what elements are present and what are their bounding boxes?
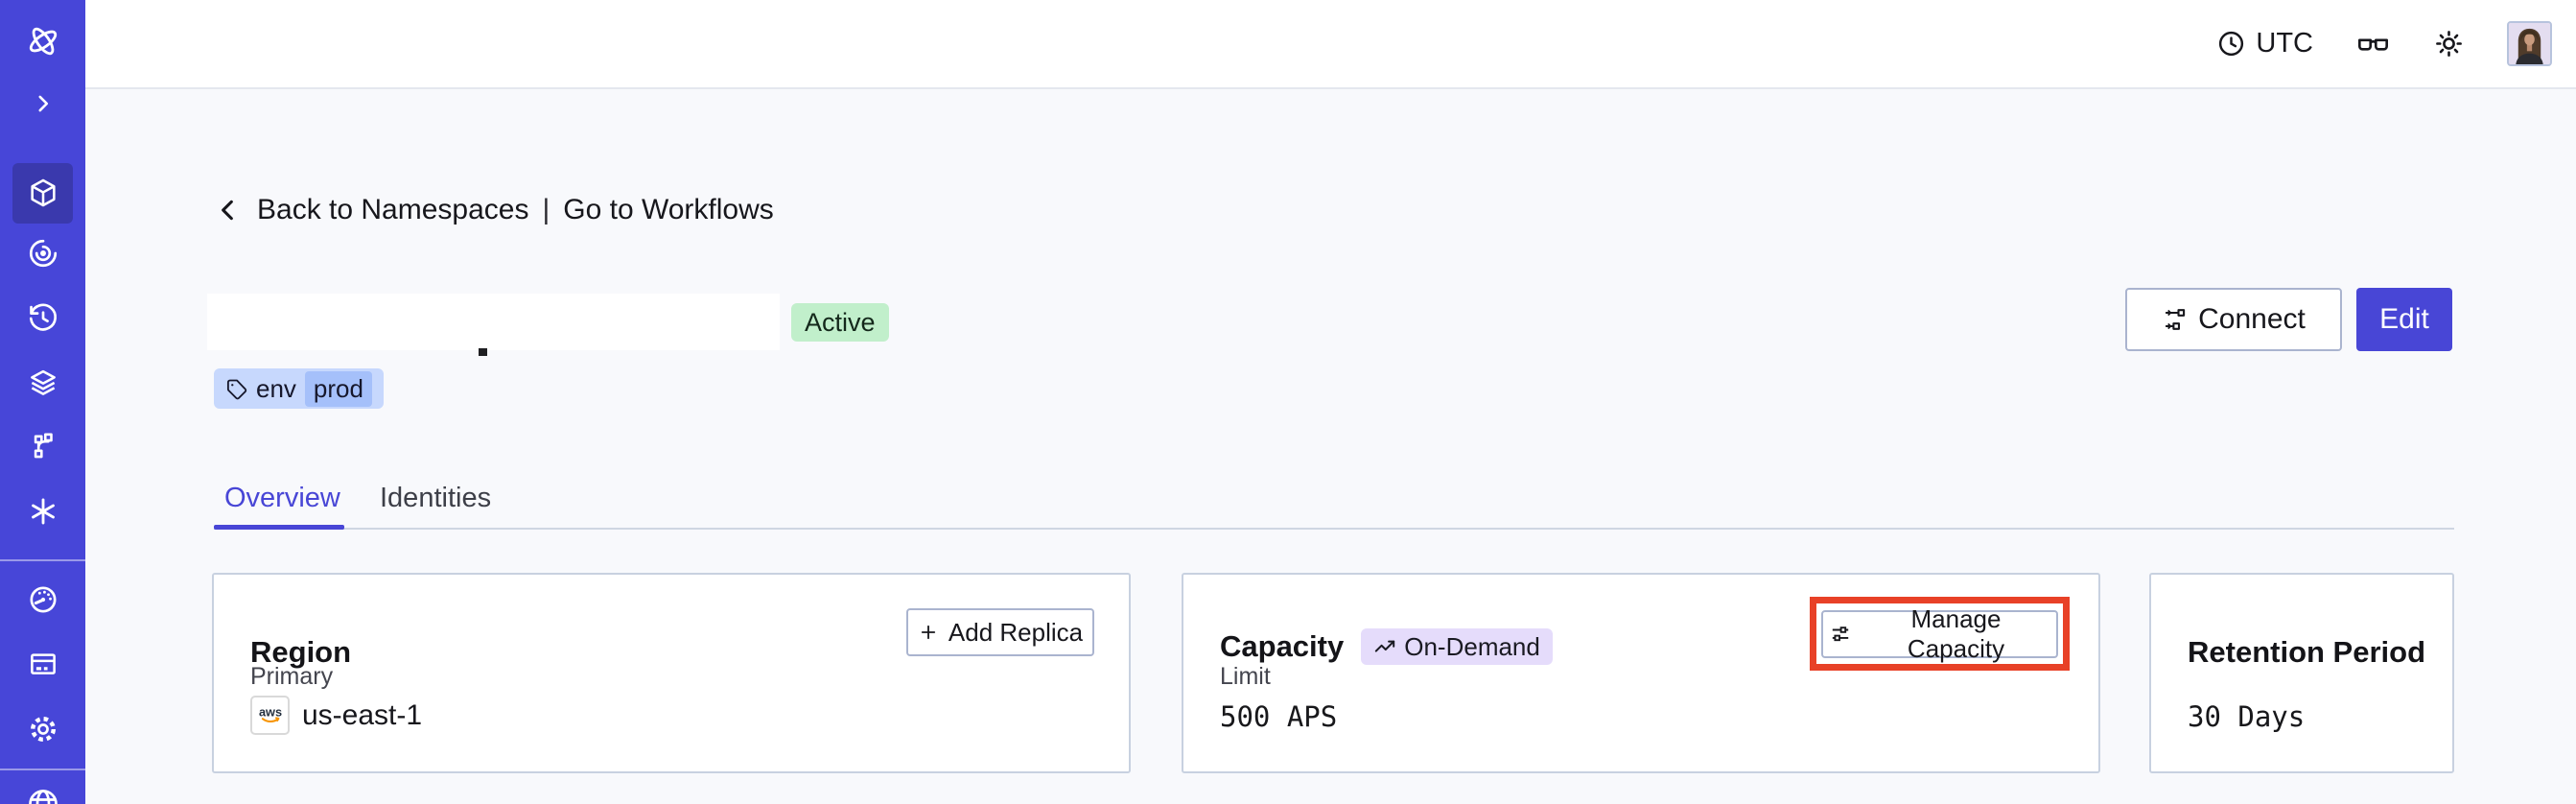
region-value-row: aws us-east-1 [250, 696, 422, 735]
user-avatar[interactable] [2507, 21, 2552, 66]
add-replica-button[interactable]: Add Replica [906, 608, 1094, 656]
tabs-underline [214, 528, 2454, 530]
capacity-card: Capacity On-Demand Manage Capacity Limit… [1182, 573, 2100, 773]
sidebar-item-settings-gear-icon[interactable] [0, 713, 85, 745]
capacity-limit-label: Limit [1220, 663, 1271, 690]
aws-logo: aws [250, 696, 290, 735]
breadcrumb-back-link[interactable]: Back to Namespaces [257, 194, 528, 226]
active-tab-indicator [214, 525, 344, 530]
topbar: UTC [85, 0, 2576, 89]
theme-sun-icon[interactable] [2433, 28, 2465, 59]
namespace-tag: env prod [214, 368, 384, 409]
retention-card-title: Retention Period [2188, 635, 2426, 669]
namespace-title-redacted [207, 294, 780, 350]
manage-capacity-label: Manage Capacity [1907, 603, 2005, 663]
capacity-card-title: Capacity [1220, 629, 1345, 663]
sidebar-item-usage-gauge-icon[interactable] [0, 583, 85, 616]
sliders-icon [1829, 623, 1852, 646]
capacity-value: 500 APS [1220, 700, 1338, 733]
sidebar-item-layers-icon[interactable] [0, 367, 85, 399]
timezone-label: UTC [2256, 28, 2313, 59]
tag-icon [225, 378, 247, 400]
trending-up-icon [1373, 635, 1396, 658]
sidebar [0, 0, 85, 804]
manage-capacity-button[interactable]: Manage Capacity [1821, 604, 2058, 663]
sidebar-item-billing-card-icon[interactable] [0, 648, 85, 680]
sidebar-item-partial-globe-icon[interactable] [0, 787, 85, 804]
sidebar-item-deployments-branch-icon[interactable] [0, 430, 85, 462]
connect-button[interactable]: Connect [2125, 288, 2342, 351]
region-value: us-east-1 [302, 698, 423, 731]
retention-value: 30 Days [2188, 700, 2306, 733]
edit-button[interactable]: Edit [2356, 288, 2452, 351]
region-card: Region Add Replica Primary aws us-east-1 [212, 573, 1131, 773]
temporal-logo[interactable] [0, 22, 85, 60]
sidebar-divider [0, 559, 85, 561]
add-replica-label: Add Replica [948, 617, 1084, 647]
on-demand-badge: On-Demand [1361, 628, 1553, 665]
timezone-selector[interactable]: UTC [2216, 28, 2313, 59]
tag-key: env [256, 373, 296, 403]
tab-overview[interactable]: Overview [224, 483, 340, 514]
breadcrumb-workflows-link[interactable]: Go to Workflows [563, 194, 774, 226]
tab-identities[interactable]: Identities [380, 483, 491, 514]
breadcrumb: Back to Namespaces | Go to Workflows [213, 194, 774, 226]
sidebar-divider [0, 769, 85, 770]
app-window: UTC Back to Namespaces | Go to Workflows… [0, 0, 2576, 804]
labs-glasses-icon[interactable] [2355, 26, 2391, 61]
status-badge: Active [791, 303, 889, 342]
sidebar-item-spiral-icon[interactable] [0, 237, 85, 270]
connect-flow-icon [2162, 306, 2189, 333]
edit-button-label: Edit [2379, 303, 2429, 335]
on-demand-label: On-Demand [1404, 631, 1540, 661]
tag-value-chip: prod [304, 370, 372, 407]
redaction-dot [479, 348, 487, 356]
sidebar-item-schedules-clock-icon[interactable] [0, 302, 85, 335]
plus-icon [918, 622, 939, 643]
breadcrumb-separator: | [542, 194, 550, 225]
sidebar-item-namespaces-cube-icon[interactable] [0, 177, 85, 209]
sidebar-item-nexus-asterisk-icon[interactable] [0, 495, 85, 528]
clock-icon [2216, 29, 2246, 59]
sidebar-collapse-chevron-icon[interactable] [0, 91, 85, 116]
retention-card: Retention Period 30 Days [2149, 573, 2454, 773]
region-primary-label: Primary [250, 663, 334, 690]
svg-text:aws: aws [258, 704, 281, 719]
connect-button-label: Connect [2198, 303, 2306, 335]
chevron-left-icon[interactable] [213, 195, 244, 225]
annotation-highlight-box: Manage Capacity [1810, 597, 2070, 671]
